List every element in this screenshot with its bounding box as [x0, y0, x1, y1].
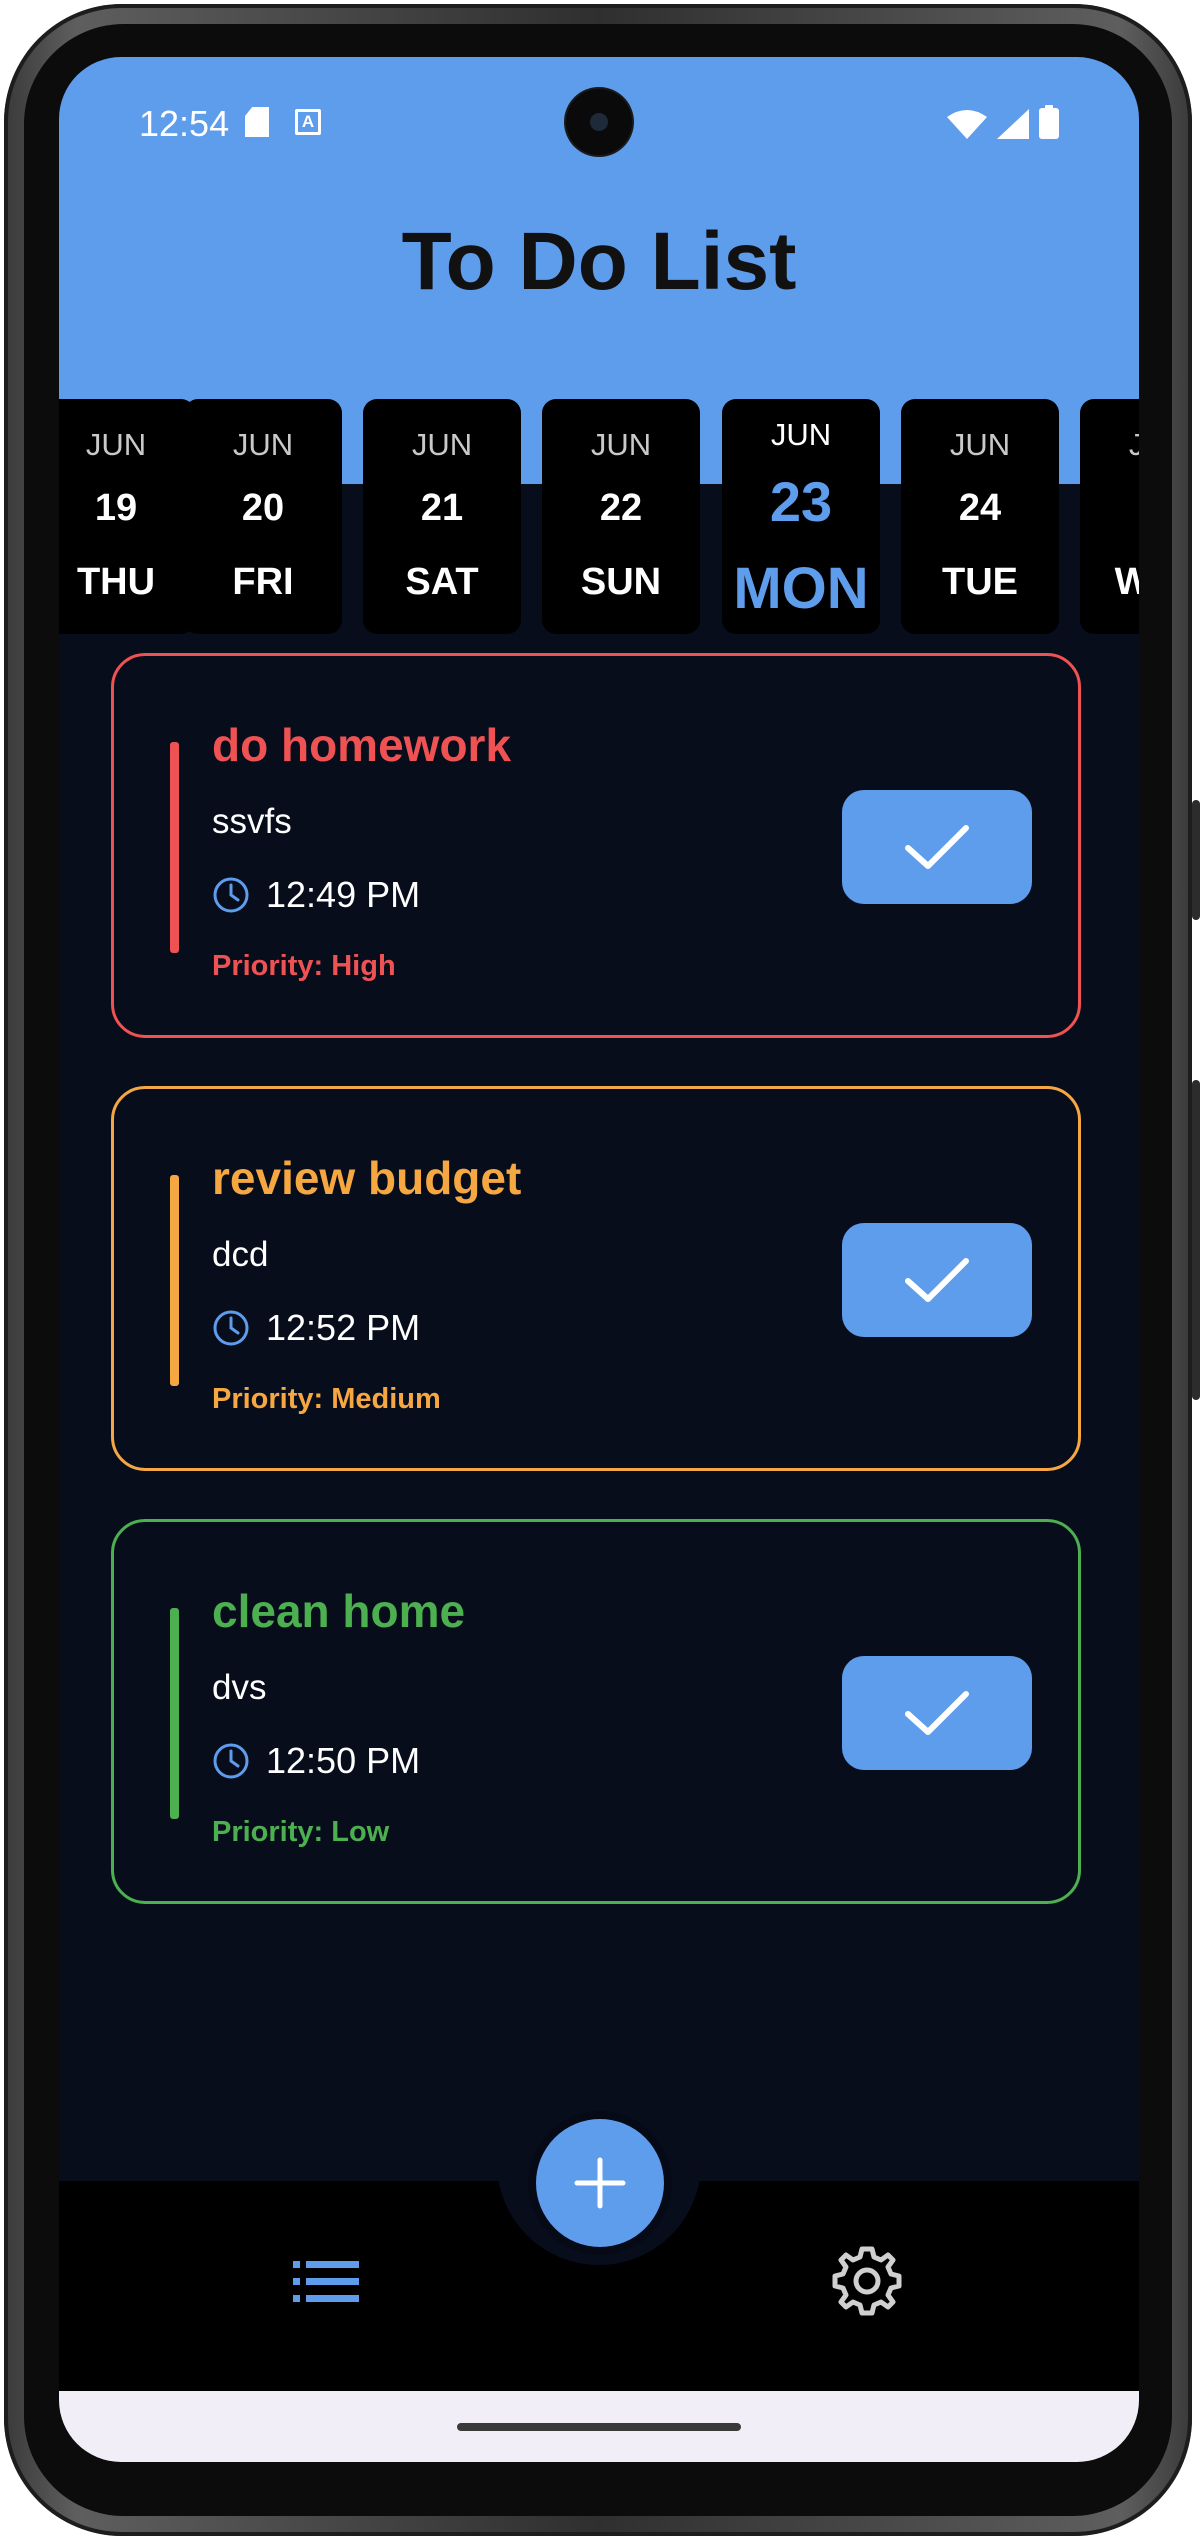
check-icon [905, 1258, 969, 1302]
plus-icon [574, 2157, 626, 2209]
battery-icon [1039, 105, 1059, 139]
priority-bar [170, 1175, 179, 1386]
task-priority: Priority: Medium [212, 1383, 441, 1415]
front-camera [566, 89, 632, 155]
task-card[interactable]: do homework ssvfs 12:49 PM Priority: Hig… [111, 653, 1081, 1038]
app-screen: 12:54 A To Do List JUN 19 THU JUN 20 FRI… [59, 57, 1139, 2462]
task-time-row: 12:49 PM [212, 874, 420, 916]
task-title: clean home [212, 1585, 466, 1637]
date-item[interactable]: JUN 21 SAT [363, 399, 521, 634]
task-priority: Priority: High [212, 950, 396, 982]
list-icon [293, 2261, 359, 2302]
task-time: 12:52 PM [266, 1307, 421, 1348]
side-button [1192, 800, 1200, 920]
date-item[interactable]: JUN 20 FRI [184, 399, 342, 634]
task-time-row: 12:52 PM [212, 1307, 420, 1349]
task-card[interactable]: review budget dcd 12:52 PM Priority: Med… [111, 1086, 1081, 1471]
task-priority: Priority: Low [212, 1816, 390, 1848]
nav-tasks-button[interactable] [293, 2261, 359, 2308]
wifi-icon [947, 110, 987, 139]
task-description: ssvfs [212, 802, 292, 841]
task-title: do homework [212, 719, 512, 771]
add-task-button[interactable] [536, 2119, 664, 2247]
date-item[interactable]: JUN 22 SUN [542, 399, 700, 634]
date-item[interactable]: JUN 19 THU [59, 399, 195, 634]
home-gesture-bar[interactable] [457, 2423, 741, 2431]
check-icon [905, 825, 969, 869]
gear-icon [832, 2246, 902, 2316]
page-title: To Do List [401, 216, 797, 307]
complete-task-button[interactable] [842, 1656, 1032, 1770]
task-description: dvs [212, 1668, 267, 1707]
complete-task-button[interactable] [842, 1223, 1032, 1337]
priority-bar [170, 742, 179, 953]
clock-icon [213, 1310, 249, 1346]
clock-icon [213, 877, 249, 913]
date-selector[interactable]: JUN 19 THU JUN 20 FRI JUN 21 SAT JUN 22 … [59, 399, 1139, 637]
check-icon [905, 1691, 969, 1735]
sd-card-icon [245, 107, 269, 137]
gesture-area [59, 2391, 1139, 2462]
task-title: review budget [212, 1152, 522, 1204]
status-time: 12:54 [139, 103, 230, 144]
date-item[interactable]: JUN 25 WED [1080, 399, 1139, 634]
nav-settings-button[interactable] [831, 2245, 903, 2322]
status-icons-right [947, 105, 1059, 139]
task-card[interactable]: clean home dvs 12:50 PM Priority: Low [111, 1519, 1081, 1904]
complete-task-button[interactable] [842, 790, 1032, 904]
signal-icon [997, 109, 1029, 139]
side-button [1192, 1080, 1200, 1400]
priority-bar [170, 1608, 179, 1819]
date-item[interactable]: JUN 24 TUE [901, 399, 1059, 634]
task-time: 12:49 PM [266, 874, 421, 915]
task-time-row: 12:50 PM [212, 1740, 420, 1782]
clock-icon [213, 1743, 249, 1779]
a-icon: A [295, 109, 321, 135]
task-time: 12:50 PM [266, 1740, 421, 1781]
task-description: dcd [212, 1235, 269, 1274]
status-icons-left: A [245, 107, 321, 137]
date-item-selected[interactable]: JUN 23 MON [722, 399, 880, 634]
